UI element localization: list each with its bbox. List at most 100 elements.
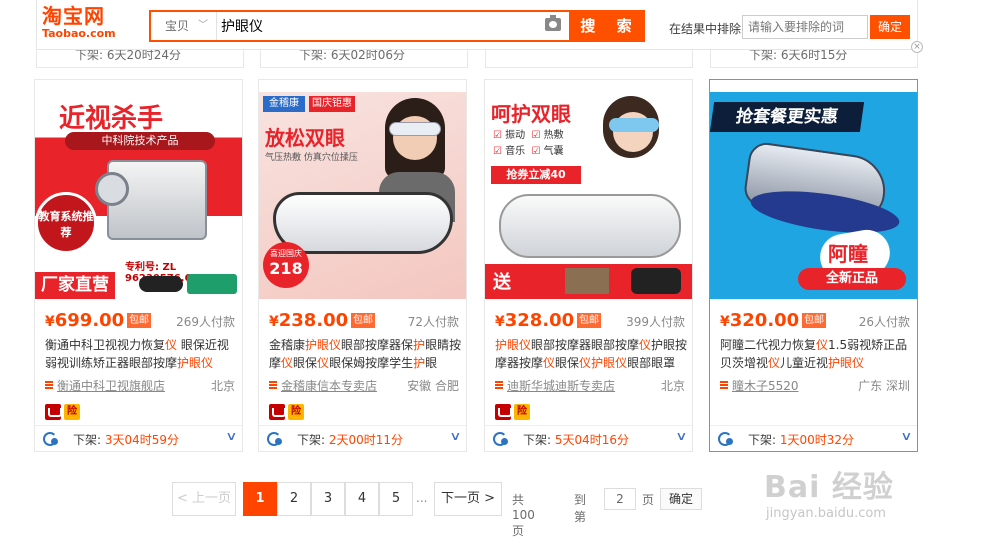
image-footer: 厂家直营 <box>35 272 115 299</box>
card-footer: 下架: 2天00时11分 ∨ <box>259 425 466 451</box>
product-image[interactable]: 近视杀手 中科院技术产品 教育系统推荐 专利号: ZL 96230576.6 厂… <box>35 92 242 299</box>
location: 北京 <box>660 379 685 393</box>
product-image[interactable]: 呵护双眼 ☑ 振动 ☑ 热敷 ☑ 音乐 ☑ 气囊 抢券立减40 送 <box>485 92 692 299</box>
box-illustration <box>187 274 237 294</box>
promo-label: 喜迎国庆 <box>270 249 302 258</box>
location: 广东 深圳 <box>858 379 910 393</box>
price-row: ¥320.00 包邮 26人付款 <box>720 310 910 331</box>
model-mask <box>389 122 441 136</box>
image-headline: 放松双眼 <box>265 126 345 150</box>
image-subline: 全新正品 <box>798 268 906 290</box>
product-image[interactable]: 金稽康 国庆钜惠 放松双眼 气压热敷 仿真穴位揉压 喜迎国庆 218 <box>259 92 466 299</box>
product-card[interactable]: 近视杀手 中科院技术产品 教育系统推荐 专利号: ZL 96230576.6 厂… <box>34 79 243 452</box>
camera-icon[interactable] <box>545 15 561 31</box>
price: ¥320.00 <box>720 310 800 331</box>
image-subline: 中科院技术产品 <box>65 132 215 150</box>
product-title[interactable]: 阿瞳二代视力恢复仪1.5弱视矫正品贝茨增视仪儿童近视护眼仪 <box>720 336 915 372</box>
watermark-url: jingyan.baidu.com <box>766 506 886 521</box>
price-row: ¥328.00 包邮 399人付款 <box>495 310 685 331</box>
image-headline: 抢套餐更实惠 <box>710 102 865 132</box>
page-button-5[interactable]: 5 <box>379 482 413 516</box>
shop-row: 金稽康信本专卖店 安徽 合肥 <box>269 377 459 393</box>
image-subline: 气压热敷 仿真穴位揉压 <box>265 153 358 163</box>
product-card[interactable]: 抢套餐更实惠 阿瞳 全新正品 ¥320.00 包邮 26人付款 阿瞳二代视力恢复… <box>709 79 918 452</box>
product-title[interactable]: 金稽康护眼仪眼部按摩器保护眼睛按摩仪眼保仪眼保姆按摩学生护眼 <box>269 336 464 372</box>
tmall-icon[interactable] <box>269 404 286 420</box>
image-brand: 阿瞳 <box>828 242 868 266</box>
page-button-4[interactable]: 4 <box>345 482 379 516</box>
tmall-icon[interactable] <box>45 404 62 420</box>
close-icon[interactable]: × <box>911 41 923 53</box>
chevron-down-icon[interactable]: ∨ <box>675 429 687 443</box>
exclude-input[interactable] <box>742 15 868 39</box>
image-headline: 呵护双眼 <box>491 102 571 126</box>
shop-row: 瞳木子5520 广东 深圳 <box>720 377 910 393</box>
free-shipping-badge: 包邮 <box>351 313 375 328</box>
next-page-button[interactable]: 下一页 > <box>434 482 502 516</box>
shop-icon <box>495 381 503 389</box>
eye-mask-illustration <box>273 192 453 254</box>
goto-confirm-button[interactable]: 确定 <box>660 488 702 510</box>
wangwang-icon[interactable] <box>493 432 509 446</box>
baidu-watermark: Bai 经验 jingyan.baidu.com <box>764 454 984 534</box>
wangwang-icon[interactable] <box>718 432 734 446</box>
price: ¥238.00 <box>269 310 349 331</box>
shop-icon <box>269 381 277 389</box>
promo-price: 218 <box>269 259 303 278</box>
deal-count: 399人付款 <box>626 315 685 329</box>
shop-link[interactable]: 金稽康信本专卖店 <box>281 377 377 394</box>
product-title[interactable]: 护眼仪眼部按摩器眼部按摩仪护眼按摩器按摩仪眼保仪护眼仪眼部眼罩 <box>495 336 690 372</box>
image-headline: 近视杀手 <box>59 104 164 134</box>
card-footer: 下架: 5天04时16分 ∨ <box>485 425 692 451</box>
goto-page-input[interactable] <box>604 488 636 510</box>
search-type-select[interactable]: 宝贝 ﹀ <box>151 12 217 40</box>
offline-time: 下架: 2天00时11分 <box>297 433 404 447</box>
price-row: ¥238.00 包邮 72人付款 <box>269 310 459 331</box>
taobao-logo[interactable]: 淘宝网 Taobao.com <box>42 4 132 40</box>
eye-mask-illustration <box>139 276 183 292</box>
location: 北京 <box>210 379 235 393</box>
image-coupon: 抢券立减40 <box>491 166 581 184</box>
chevron-down-icon[interactable]: ∨ <box>225 429 237 443</box>
product-card[interactable]: 呵护双眼 ☑ 振动 ☑ 热敷 ☑ 音乐 ☑ 气囊 抢券立减40 送 ¥328.0… <box>484 79 693 452</box>
exclude-label: 在结果中排除 <box>669 22 742 36</box>
pagination-ellipsis: ... <box>416 491 428 505</box>
search-type-label: 宝贝 <box>165 19 190 33</box>
insurance-icon[interactable]: 险 <box>288 404 304 420</box>
product-title[interactable]: 衡通中科卫视视力恢复仪 眼保近视弱视训练矫正器眼部按摩护眼仪 <box>45 336 240 372</box>
search-button[interactable]: 搜 索 <box>569 10 645 42</box>
goto-label: 到第 <box>574 493 587 524</box>
free-shipping-badge: 包邮 <box>577 313 601 328</box>
search-input[interactable] <box>221 14 551 38</box>
tmall-icon[interactable] <box>495 404 512 420</box>
shop-link[interactable]: 瞳木子5520 <box>732 377 799 394</box>
page-button-1[interactable]: 1 <box>243 482 277 516</box>
product-image[interactable]: 抢套餐更实惠 阿瞳 全新正品 <box>710 92 917 299</box>
shop-link[interactable]: 衡通中科卫视旗舰店 <box>57 377 165 394</box>
eye-mask-illustration <box>499 194 681 258</box>
image-gift: 送 <box>493 272 511 293</box>
watermark-main: Bai 经验 <box>764 470 894 505</box>
wangwang-icon[interactable] <box>43 432 59 446</box>
shop-row: 衡通中科卫视旗舰店 北京 <box>45 377 235 393</box>
gift-bag-illustration <box>565 268 609 294</box>
logo-domain: Taobao.com <box>42 27 116 40</box>
insurance-icon[interactable]: 险 <box>514 404 530 420</box>
chevron-down-icon[interactable]: ∨ <box>900 429 912 443</box>
prev-page-button[interactable]: < 上一页 <box>172 482 236 516</box>
shop-link[interactable]: 迪斯华城迪斯专卖店 <box>507 377 615 394</box>
exclude-confirm-button[interactable]: 确定 <box>870 15 910 39</box>
price: ¥328.00 <box>495 310 575 331</box>
promo-badge: 喜迎国庆 218 <box>263 242 309 288</box>
wangwang-icon[interactable] <box>267 432 283 446</box>
insurance-icon[interactable]: 险 <box>64 404 80 420</box>
location: 安徽 合肥 <box>407 379 459 393</box>
offline-time: 下架: 1天00时32分 <box>748 433 855 447</box>
price-row: ¥699.00 包邮 269人付款 <box>45 310 235 331</box>
page-button-3[interactable]: 3 <box>311 482 345 516</box>
device-lens <box>95 172 129 206</box>
page-button-2[interactable]: 2 <box>277 482 311 516</box>
product-card[interactable]: 金稽康 国庆钜惠 放松双眼 气压热敷 仿真穴位揉压 喜迎国庆 218 ¥238.… <box>258 79 467 452</box>
chevron-down-icon[interactable]: ∨ <box>449 429 461 443</box>
image-brand: 金稽康 <box>263 96 305 112</box>
